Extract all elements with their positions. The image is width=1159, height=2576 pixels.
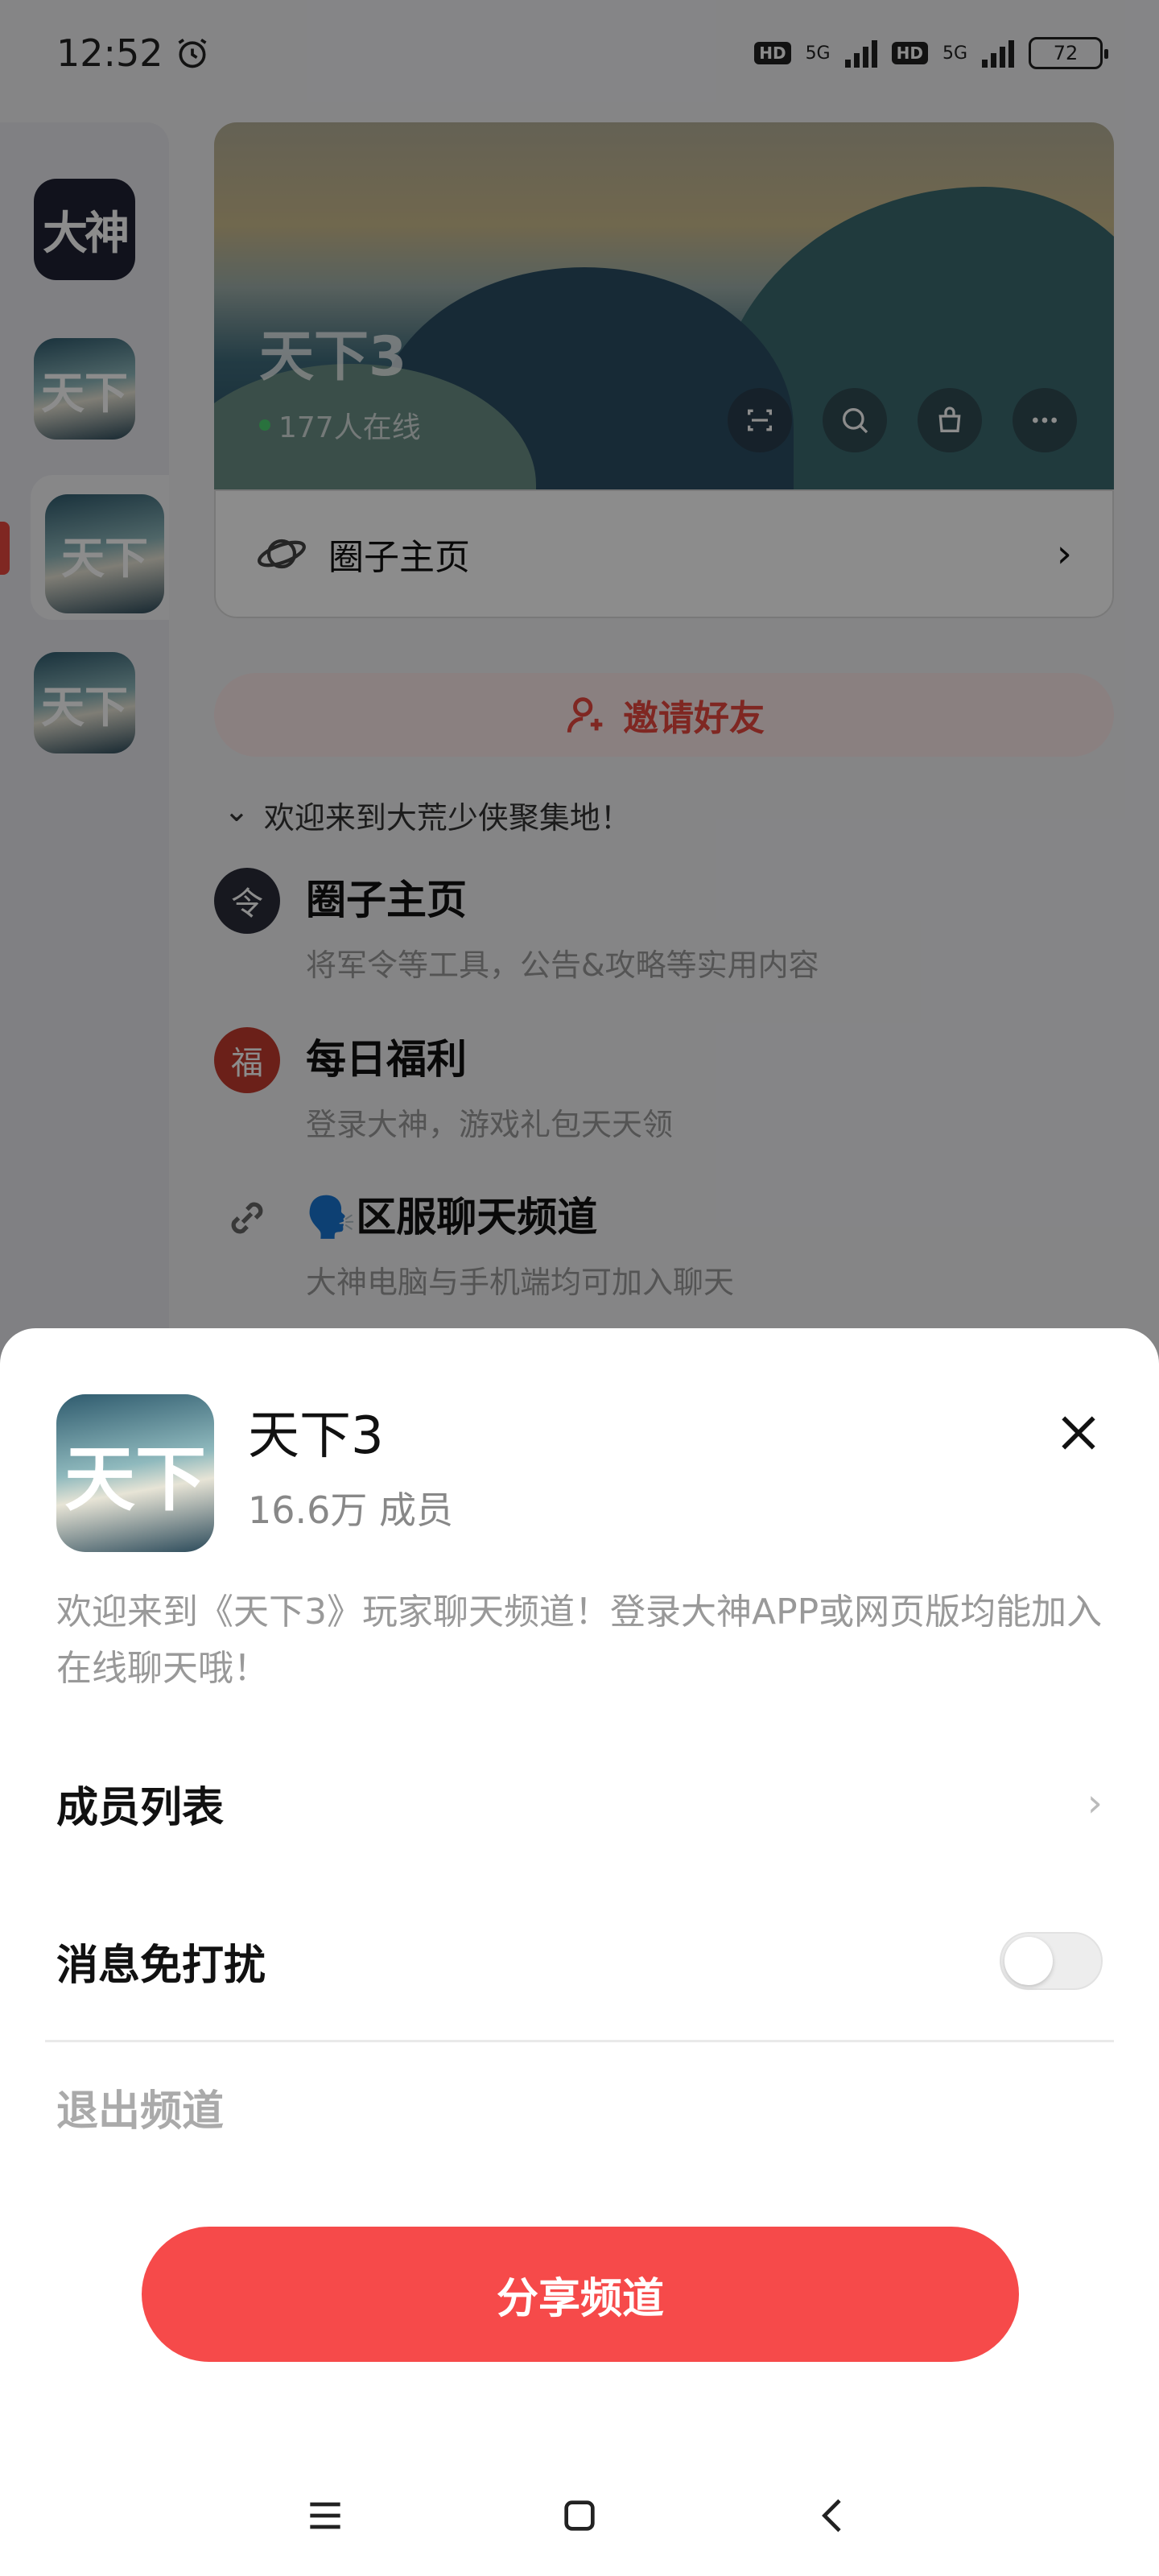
- chevron-right-icon: ›: [1087, 1781, 1103, 1826]
- channel-avatar: 天下: [56, 1394, 214, 1552]
- avatar-art-text: 天下: [64, 1436, 206, 1521]
- close-icon: [1062, 1416, 1095, 1450]
- member-list-label: 成员列表: [56, 1783, 225, 1832]
- toggle-knob: [1004, 1937, 1053, 1985]
- back-icon[interactable]: [811, 2493, 856, 2538]
- divider: [45, 2040, 1114, 2042]
- dnd-label: 消息免打扰: [56, 1941, 266, 1990]
- dnd-toggle[interactable]: [1000, 1932, 1103, 1990]
- close-button[interactable]: [1046, 1401, 1111, 1465]
- member-list-row[interactable]: 成员列表 ›: [56, 1763, 1103, 1843]
- share-channel-button[interactable]: 分享频道: [142, 2227, 1019, 2362]
- home-icon[interactable]: [557, 2493, 602, 2538]
- channel-name: 天下3: [248, 1406, 384, 1466]
- menu-icon[interactable]: [303, 2493, 348, 2538]
- do-not-disturb-row: 消息免打扰: [56, 1921, 1103, 2001]
- member-count: 16.6万 成员: [248, 1488, 454, 1532]
- channel-description: 欢迎来到《天下3》玩家聊天频道！登录大神APP或网页版均能加入在线聊天哦！: [56, 1591, 1103, 1689]
- system-nav-bar: [0, 2455, 1159, 2576]
- share-label: 分享频道: [496, 2274, 664, 2323]
- leave-channel-button[interactable]: 退出频道: [56, 2077, 224, 2137]
